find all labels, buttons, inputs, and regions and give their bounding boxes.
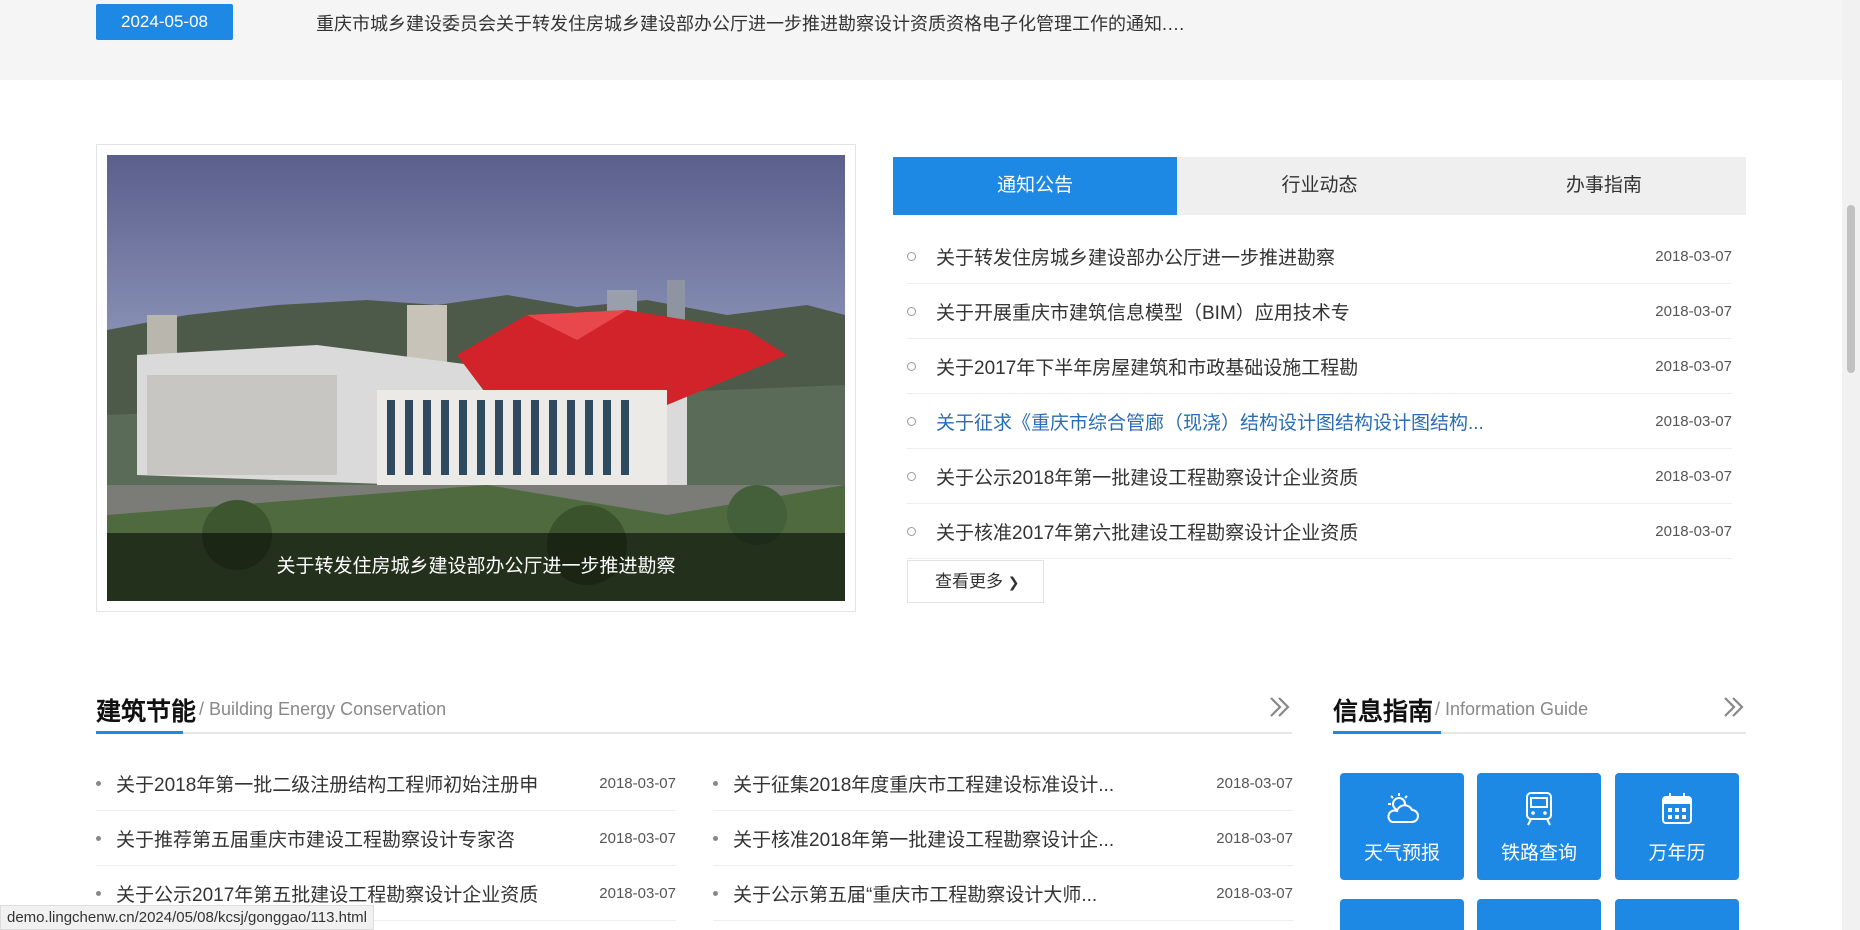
list-item[interactable]: 关于征集2018年度重庆市工程建设标准设计... 2018-03-07 (713, 756, 1293, 811)
section-underline (96, 731, 183, 734)
bullet-icon (713, 890, 718, 896)
energy-list-right: 关于征集2018年度重庆市工程建设标准设计... 2018-03-07 关于核准… (713, 756, 1293, 921)
energy-item-title[interactable]: 关于2018年第一批二级注册结构工程师初始注册申 (116, 770, 586, 797)
energy-item-title[interactable]: 关于核准2018年第一批建设工程勘察设计企... (733, 825, 1203, 852)
energy-item-title[interactable]: 关于公示第五届“重庆市工程勘察设计大师... (733, 880, 1203, 907)
scrollbar-thumb[interactable] (1847, 205, 1855, 373)
bullet-icon (907, 471, 916, 481)
guide-section-subtitle: / Information Guide (1435, 699, 1589, 719)
energy-item-date: 2018-03-07 (1216, 884, 1293, 902)
tile-weather[interactable]: 天气预报 (1340, 773, 1464, 880)
bullet-icon (96, 890, 101, 896)
news-list: 关于转发住房城乡建设部办公厅进一步推进勘察 2018-03-07 关于开展重庆市… (907, 229, 1732, 559)
energy-item-title[interactable]: 关于公示2017年第五批建设工程勘察设计企业资质 (116, 880, 586, 907)
bullet-icon (907, 306, 916, 316)
list-item[interactable]: 关于公示第五届“重庆市工程勘察设计大师... 2018-03-07 (713, 866, 1293, 921)
tile-calendar[interactable]: 万年历 (1615, 773, 1739, 880)
chevron-right-icon: ❯ (1007, 574, 1020, 590)
energy-item-date: 2018-03-07 (599, 774, 676, 792)
news-date: 2018-03-07 (1655, 522, 1732, 540)
list-item[interactable]: 关于2017年下半年房屋建筑和市政基础设施工程勘 2018-03-07 (907, 339, 1732, 394)
tile-partial[interactable] (1615, 899, 1739, 930)
double-chevron-right-icon[interactable] (1268, 694, 1292, 720)
view-more-button[interactable]: 查看更多 ❯ (907, 560, 1044, 603)
tab-industry-news[interactable]: 行业动态 (1177, 157, 1461, 215)
vertical-scrollbar[interactable] (1842, 0, 1860, 930)
section-underline (1333, 731, 1441, 734)
tile-train[interactable]: 铁路查询 (1477, 773, 1601, 880)
list-item[interactable]: 关于推荐第五届重庆市建设工程勘察设计专家咨 2018-03-07 (96, 811, 676, 866)
tile-partial[interactable] (1477, 899, 1601, 930)
energy-item-date: 2018-03-07 (1216, 774, 1293, 792)
energy-item-title[interactable]: 关于推荐第五届重庆市建设工程勘察设计专家咨 (116, 825, 586, 852)
news-date: 2018-03-07 (1655, 467, 1732, 485)
news-title[interactable]: 关于公示2018年第一批建设工程勘察设计企业资质 (936, 463, 1642, 490)
news-title[interactable]: 关于开展重庆市建筑信息模型（BIM）应用技术专 (936, 298, 1642, 325)
news-title[interactable]: 关于核准2017年第六批建设工程勘察设计企业资质 (936, 518, 1642, 545)
energy-item-date: 2018-03-07 (599, 829, 676, 847)
tile-label: 万年历 (1648, 843, 1706, 864)
bullet-icon (907, 526, 916, 536)
energy-item-date: 2018-03-07 (1216, 829, 1293, 847)
list-item[interactable]: 关于核准2018年第一批建设工程勘察设计企... 2018-03-07 (713, 811, 1293, 866)
bullet-icon (96, 835, 101, 841)
news-date: 2018-03-07 (1655, 412, 1732, 430)
news-title[interactable]: 关于转发住房城乡建设部办公厅进一步推进勘察 (936, 243, 1642, 270)
tab-service-guide[interactable]: 办事指南 (1462, 157, 1746, 215)
tile-label: 铁路查询 (1500, 843, 1577, 864)
list-item[interactable]: 关于核准2017年第六批建设工程勘察设计企业资质 2018-03-07 (907, 504, 1732, 559)
news-tabs: 通知公告 行业动态 办事指南 (893, 157, 1746, 215)
image-slider[interactable]: 关于转发住房城乡建设部办公厅进一步推进勘察 (96, 144, 856, 612)
notice-date-badge: 2024-05-08 (96, 4, 233, 40)
energy-section-header: 建筑节能 / Building Energy Conservation (96, 682, 1292, 734)
energy-list-left: 关于2018年第一批二级注册结构工程师初始注册申 2018-03-07 关于推荐… (96, 756, 676, 921)
guide-section-title: 信息指南 (1333, 698, 1434, 726)
view-more-label: 查看更多 (935, 572, 1003, 591)
double-chevron-right-icon[interactable] (1722, 694, 1746, 720)
bullet-icon (713, 835, 718, 841)
news-date: 2018-03-07 (1655, 357, 1732, 375)
list-item[interactable]: 关于征求《重庆市综合管廊（现浇）结构设计图结构设计图结构... 2018-03-… (907, 394, 1732, 449)
slide-caption[interactable]: 关于转发住房城乡建设部办公厅进一步推进勘察 (107, 533, 845, 601)
energy-item-date: 2018-03-07 (599, 884, 676, 902)
bullet-icon (907, 361, 916, 371)
list-item[interactable]: 关于2018年第一批二级注册结构工程师初始注册申 2018-03-07 (96, 756, 676, 811)
slide-image[interactable]: 关于转发住房城乡建设部办公厅进一步推进勘察 (107, 155, 845, 601)
tab-notice[interactable]: 通知公告 (893, 157, 1178, 215)
notice-strip: 2024-05-08 重庆市城乡建设委员会关于转发住房城乡建设部办公厅进一步推进… (0, 0, 1842, 80)
bullet-icon (907, 416, 916, 426)
list-item[interactable]: 关于转发住房城乡建设部办公厅进一步推进勘察 2018-03-07 (907, 229, 1732, 284)
notice-link[interactable]: 重庆市城乡建设委员会关于转发住房城乡建设部办公厅进一步推进勘察设计资质资格电子化… (316, 10, 1185, 36)
tile-partial[interactable] (1340, 899, 1464, 930)
energy-item-title[interactable]: 关于征集2018年度重庆市工程建设标准设计... (733, 770, 1203, 797)
energy-section-subtitle: / Building Energy Conservation (199, 699, 447, 719)
news-date: 2018-03-07 (1655, 302, 1732, 320)
list-item[interactable]: 关于公示2018年第一批建设工程勘察设计企业资质 2018-03-07 (907, 449, 1732, 504)
news-date: 2018-03-07 (1655, 247, 1732, 265)
bullet-icon (713, 780, 718, 786)
calendar-icon (1662, 793, 1692, 824)
tile-label: 天气预报 (1363, 843, 1440, 864)
train-icon (1526, 792, 1552, 826)
guide-section-header: 信息指南 / Information Guide (1333, 682, 1746, 734)
status-bar-url: demo.lingchenw.cn/2024/05/08/kcsj/gongga… (0, 905, 374, 930)
bullet-icon (907, 251, 916, 261)
bullet-icon (96, 780, 101, 786)
list-item[interactable]: 关于开展重庆市建筑信息模型（BIM）应用技术专 2018-03-07 (907, 284, 1732, 339)
news-title[interactable]: 关于征求《重庆市综合管廊（现浇）结构设计图结构设计图结构... (936, 408, 1642, 435)
news-title[interactable]: 关于2017年下半年房屋建筑和市政基础设施工程勘 (936, 353, 1642, 380)
weather-icon (1387, 793, 1419, 823)
energy-section-title: 建筑节能 (96, 698, 197, 726)
page: 2024-05-08 重庆市城乡建设委员会关于转发住房城乡建设部办公厅进一步推进… (0, 0, 1860, 930)
